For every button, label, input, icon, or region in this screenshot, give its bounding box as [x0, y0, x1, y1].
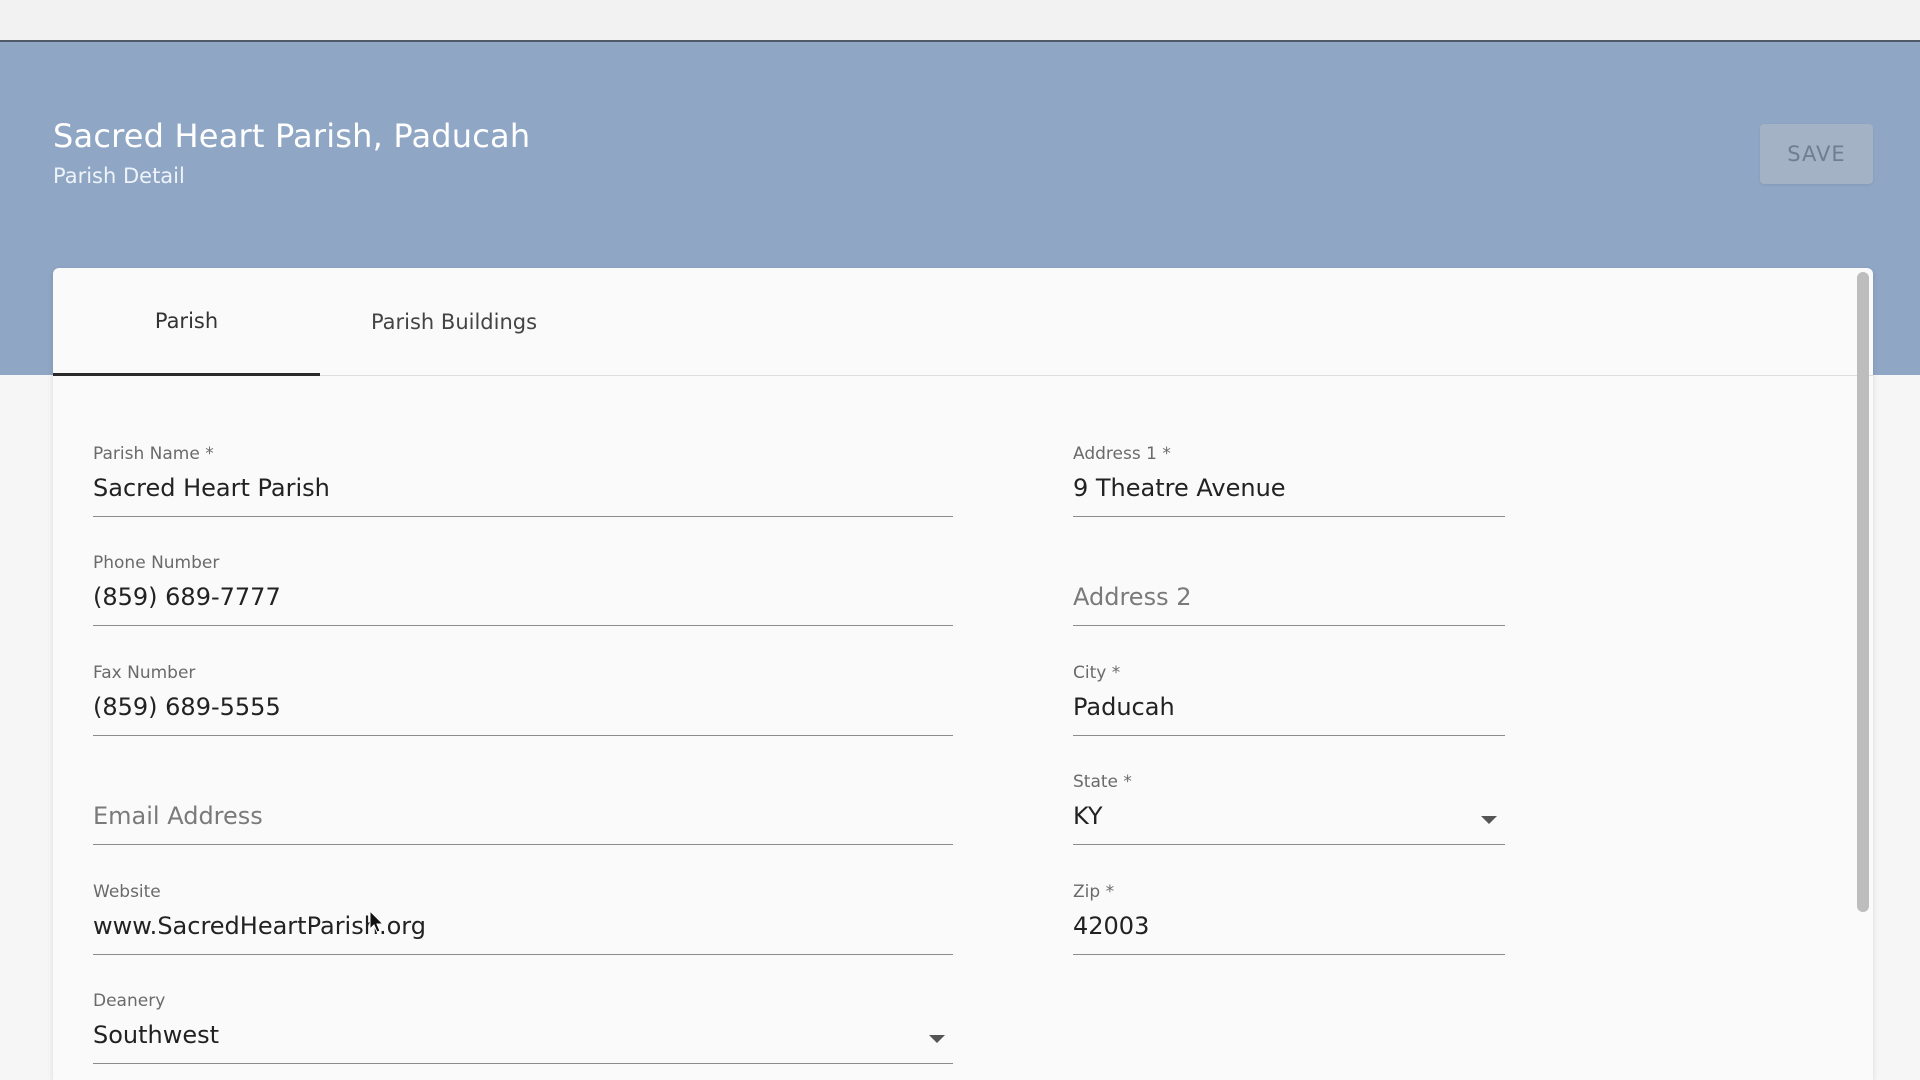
- address1-label: Address 1 *: [1073, 444, 1171, 464]
- fax-number-input[interactable]: [93, 693, 953, 721]
- zip-underline: [1073, 954, 1505, 955]
- website-label: Website: [93, 882, 161, 902]
- deanery-label: Deanery: [93, 991, 166, 1011]
- tab-bar: Parish Parish Buildings: [53, 268, 1873, 376]
- city-label: City *: [1073, 663, 1121, 683]
- chevron-down-icon[interactable]: [1481, 816, 1497, 824]
- tab-parish[interactable]: Parish: [53, 268, 320, 376]
- email-address-input[interactable]: [93, 802, 953, 830]
- parish-detail-card: Parish Parish Buildings Parish Name * Ph…: [53, 268, 1873, 1080]
- address1-input[interactable]: [1073, 474, 1505, 502]
- phone-number-underline: [93, 625, 953, 626]
- state-underline: [1073, 844, 1505, 845]
- state-select[interactable]: KY: [1073, 802, 1505, 830]
- parish-name-field: Parish Name *: [93, 444, 953, 534]
- state-field[interactable]: State * KY: [1073, 772, 1505, 862]
- save-button[interactable]: SAVE: [1760, 124, 1873, 184]
- zip-label: Zip *: [1073, 882, 1115, 902]
- tab-parish-buildings[interactable]: Parish Buildings: [320, 268, 588, 376]
- zip-input[interactable]: [1073, 912, 1505, 940]
- fax-number-field: Fax Number: [93, 663, 953, 753]
- chevron-down-icon[interactable]: [929, 1035, 945, 1043]
- parish-name-input[interactable]: [93, 474, 953, 502]
- address2-input[interactable]: [1073, 583, 1505, 611]
- phone-number-label: Phone Number: [93, 553, 220, 573]
- city-field: City *: [1073, 663, 1505, 753]
- deanery-select[interactable]: Southwest: [93, 1021, 953, 1049]
- deanery-field[interactable]: Deanery Southwest: [93, 991, 953, 1080]
- address1-underline: [1073, 516, 1505, 517]
- fax-number-label: Fax Number: [93, 663, 196, 683]
- phone-number-field: Phone Number: [93, 553, 953, 643]
- parish-name-label: Parish Name *: [93, 444, 214, 464]
- address2-underline: [1073, 625, 1505, 626]
- parish-name-underline: [93, 516, 953, 517]
- page-title: Sacred Heart Parish, Paducah: [53, 117, 531, 155]
- email-address-underline: [93, 844, 953, 845]
- city-input[interactable]: [1073, 693, 1505, 721]
- state-label: State *: [1073, 772, 1132, 792]
- mouse-pointer-icon: [369, 909, 385, 938]
- email-address-field: [93, 772, 953, 862]
- website-input[interactable]: [93, 912, 953, 940]
- zip-field: Zip *: [1073, 882, 1505, 972]
- address2-field: [1073, 553, 1505, 643]
- deanery-underline: [93, 1063, 953, 1064]
- browser-top-bar: [0, 0, 1920, 42]
- city-underline: [1073, 735, 1505, 736]
- address1-field: Address 1 *: [1073, 444, 1505, 534]
- website-underline: [93, 954, 953, 955]
- fax-number-underline: [93, 735, 953, 736]
- phone-number-input[interactable]: [93, 583, 953, 611]
- vertical-scrollbar[interactable]: [1857, 272, 1869, 912]
- page-subtitle: Parish Detail: [53, 164, 185, 188]
- website-field: Website: [93, 882, 953, 972]
